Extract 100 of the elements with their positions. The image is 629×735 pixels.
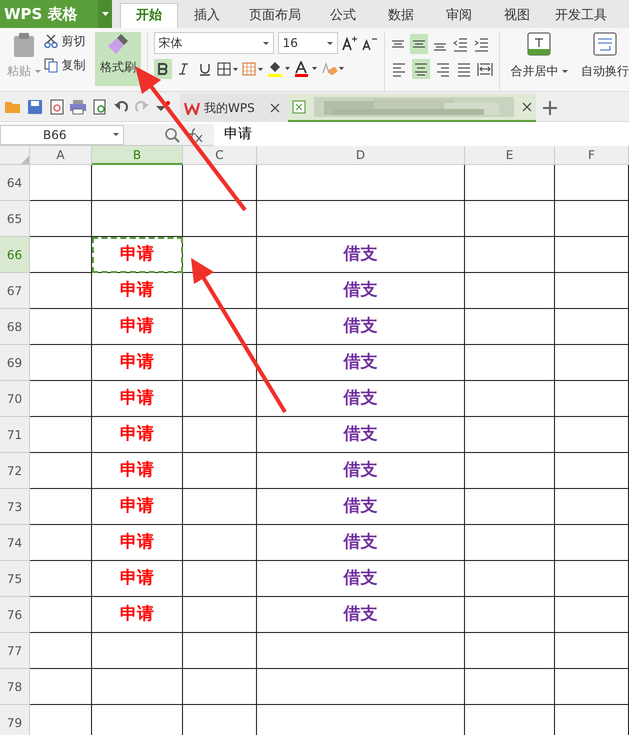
- table-cell[interactable]: [30, 201, 92, 237]
- table-cell[interactable]: [555, 525, 629, 561]
- table-cell[interactable]: 借支: [257, 561, 465, 597]
- column-header[interactable]: C: [183, 146, 257, 165]
- name-box[interactable]: B66: [0, 124, 124, 144]
- table-cell[interactable]: [465, 453, 555, 489]
- row-header[interactable]: 72: [0, 453, 30, 489]
- table-cell[interactable]: 借支: [257, 489, 465, 525]
- table-cell[interactable]: [183, 309, 257, 345]
- table-cell[interactable]: [465, 165, 555, 201]
- table-cell[interactable]: [183, 165, 257, 201]
- table-cell[interactable]: [183, 417, 257, 453]
- table-cell[interactable]: [555, 237, 629, 273]
- font-name-field[interactable]: 宋体: [154, 32, 274, 54]
- ribbon-tab[interactable]: 插入: [178, 3, 236, 28]
- row-header[interactable]: 70: [0, 381, 30, 417]
- copy-button[interactable]: 复制: [44, 56, 96, 74]
- column-header[interactable]: A: [30, 146, 92, 165]
- table-cell[interactable]: [30, 669, 92, 705]
- table-cell[interactable]: [183, 453, 257, 489]
- table-cell[interactable]: [257, 669, 465, 705]
- row-header[interactable]: 67: [0, 273, 30, 309]
- table-cell[interactable]: [92, 165, 183, 201]
- document-tab[interactable]: 我的WPS: [180, 94, 288, 122]
- row-header[interactable]: 71: [0, 417, 30, 453]
- align-middle-button[interactable]: [410, 34, 428, 54]
- row-header[interactable]: 69: [0, 345, 30, 381]
- table-cell[interactable]: 借支: [257, 345, 465, 381]
- table-cell[interactable]: [257, 201, 465, 237]
- table-cell[interactable]: [30, 381, 92, 417]
- table-cell[interactable]: [555, 669, 629, 705]
- row-header[interactable]: 68: [0, 309, 30, 345]
- table-cell[interactable]: [465, 525, 555, 561]
- table-cell[interactable]: [555, 417, 629, 453]
- table-cell[interactable]: [30, 417, 92, 453]
- table-cell[interactable]: [30, 489, 92, 525]
- row-header[interactable]: 76: [0, 597, 30, 633]
- table-cell[interactable]: 申请: [92, 345, 183, 381]
- table-cell[interactable]: [465, 597, 555, 633]
- table-cell[interactable]: [183, 201, 257, 237]
- table-cell[interactable]: [555, 381, 629, 417]
- cut-button[interactable]: 剪切: [44, 32, 96, 50]
- ribbon-tab[interactable]: 开始: [120, 3, 178, 28]
- row-header[interactable]: 74: [0, 525, 30, 561]
- merge-center-button[interactable]: 合并居中: [506, 32, 573, 91]
- table-cell[interactable]: 借支: [257, 597, 465, 633]
- table-cell[interactable]: [30, 597, 92, 633]
- table-cell[interactable]: 借支: [257, 381, 465, 417]
- table-cell[interactable]: [465, 237, 555, 273]
- table-cell[interactable]: [183, 669, 257, 705]
- table-cell[interactable]: 申请: [92, 489, 183, 525]
- table-cell[interactable]: 申请: [92, 597, 183, 633]
- bold-button[interactable]: [154, 59, 172, 79]
- table-cell[interactable]: 借支: [257, 273, 465, 309]
- table-cell[interactable]: [30, 633, 92, 669]
- row-header[interactable]: 77: [0, 633, 30, 669]
- table-cell[interactable]: [465, 669, 555, 705]
- table-cell[interactable]: [555, 309, 629, 345]
- table-cell[interactable]: 借支: [257, 309, 465, 345]
- formula-field[interactable]: 申请: [214, 124, 629, 146]
- format-painter-button[interactable]: 格式刷: [95, 32, 141, 86]
- table-cell[interactable]: [465, 309, 555, 345]
- ribbon-tab[interactable]: 视图: [488, 3, 546, 28]
- table-cell[interactable]: [183, 345, 257, 381]
- row-header[interactable]: 73: [0, 489, 30, 525]
- ribbon-tab[interactable]: 开发工具: [546, 3, 616, 28]
- column-header[interactable]: B: [92, 146, 183, 165]
- row-header[interactable]: 79: [0, 705, 30, 735]
- table-cell[interactable]: [92, 669, 183, 705]
- table-cell[interactable]: [555, 273, 629, 309]
- table-cell[interactable]: [555, 453, 629, 489]
- table-cell[interactable]: [555, 561, 629, 597]
- column-header[interactable]: E: [465, 146, 555, 165]
- row-header[interactable]: 66: [0, 237, 30, 273]
- app-menu-button[interactable]: WPS 表格: [0, 0, 112, 28]
- column-header[interactable]: F: [555, 146, 629, 165]
- table-cell[interactable]: [30, 237, 92, 273]
- document-tab[interactable]: [288, 94, 536, 122]
- table-cell[interactable]: [555, 633, 629, 669]
- table-cell[interactable]: [465, 561, 555, 597]
- table-cell[interactable]: [183, 597, 257, 633]
- table-cell[interactable]: [555, 201, 629, 237]
- row-header[interactable]: 78: [0, 669, 30, 705]
- table-cell[interactable]: [30, 345, 92, 381]
- row-header[interactable]: 65: [0, 201, 30, 237]
- table-cell[interactable]: [183, 273, 257, 309]
- ribbon-tab[interactable]: 页面布局: [236, 3, 314, 28]
- table-cell[interactable]: [30, 273, 92, 309]
- table-cell[interactable]: 借支: [257, 417, 465, 453]
- ribbon-tab[interactable]: 审阅: [430, 3, 488, 28]
- row-header[interactable]: 75: [0, 561, 30, 597]
- table-cell[interactable]: [465, 381, 555, 417]
- table-cell[interactable]: [183, 381, 257, 417]
- wrap-text-button[interactable]: 自动换行: [580, 32, 629, 91]
- table-cell[interactable]: [555, 345, 629, 381]
- table-cell[interactable]: [555, 489, 629, 525]
- table-cell[interactable]: [465, 345, 555, 381]
- table-cell[interactable]: [30, 525, 92, 561]
- table-cell[interactable]: 申请: [92, 273, 183, 309]
- table-cell[interactable]: [257, 165, 465, 201]
